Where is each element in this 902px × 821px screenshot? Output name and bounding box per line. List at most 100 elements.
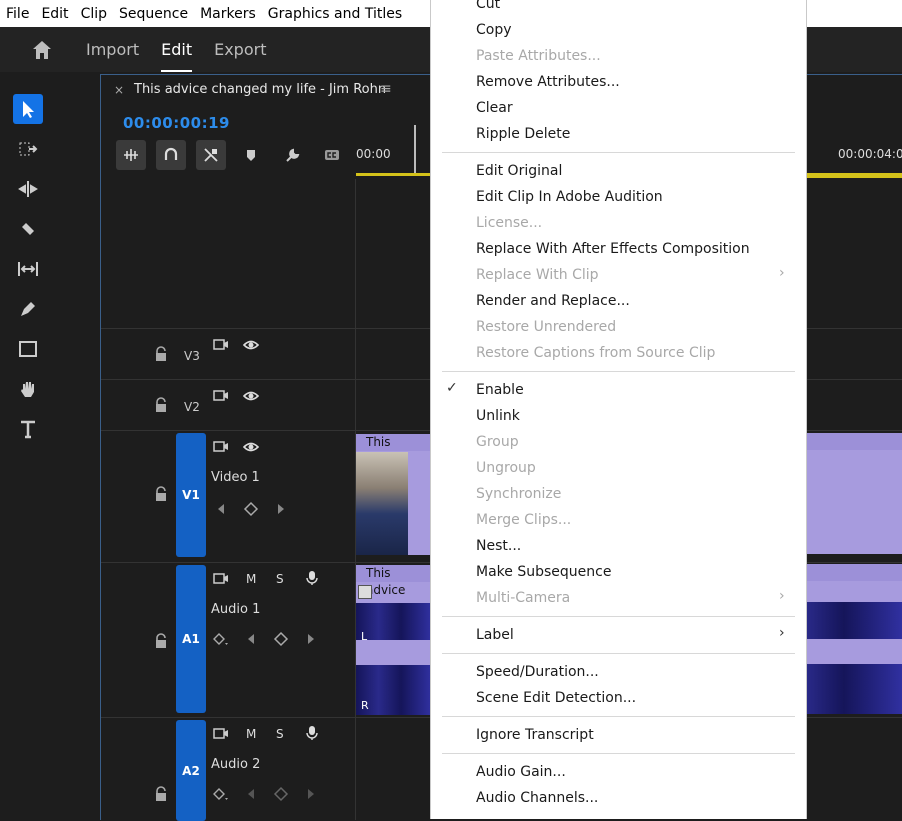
eye-icon[interactable]: [243, 388, 259, 404]
menu-clip[interactable]: Clip: [75, 6, 113, 22]
menu-separator: [442, 616, 795, 617]
solo-button[interactable]: S: [276, 572, 284, 586]
solo-button[interactable]: S: [276, 727, 284, 741]
next-keyframe-icon[interactable]: [303, 631, 319, 647]
menu-sequence[interactable]: Sequence: [113, 6, 194, 22]
next-keyframe-icon[interactable]: [303, 786, 319, 802]
playhead[interactable]: [414, 125, 416, 173]
lock-icon[interactable]: [153, 633, 169, 649]
menu-item-multi-camera: Multi-Camera: [476, 590, 571, 606]
sync-lock-icon[interactable]: [213, 726, 229, 742]
microphone-icon[interactable]: [304, 725, 320, 741]
track-target-v1[interactable]: V1: [176, 433, 206, 557]
video-clip-continuation[interactable]: [805, 433, 902, 554]
clip-context-menu: Cut Copy Paste Attributes... Remove Attr…: [430, 0, 807, 819]
wrench-settings-icon[interactable]: [277, 140, 307, 170]
lock-icon[interactable]: [153, 397, 169, 413]
submenu-chevron-icon: ›: [779, 588, 785, 604]
rectangle-tool-icon[interactable]: [13, 334, 43, 364]
menu-separator: [442, 152, 795, 153]
type-tool-icon[interactable]: [13, 414, 43, 444]
mute-button[interactable]: M: [246, 572, 256, 586]
menu-item-ignore-transcript[interactable]: Ignore Transcript: [476, 727, 594, 743]
menu-item-label[interactable]: Label: [476, 627, 514, 643]
lock-icon[interactable]: [153, 786, 169, 802]
eye-icon[interactable]: [243, 337, 259, 353]
menu-item-unlink[interactable]: Unlink: [476, 408, 520, 424]
razor-tool-icon[interactable]: [13, 214, 43, 244]
menu-item-make-subsequence[interactable]: Make Subsequence: [476, 564, 611, 580]
mute-button[interactable]: M: [246, 727, 256, 741]
insert-nest-icon[interactable]: [116, 140, 146, 170]
ruler-continuation[interactable]: [805, 140, 902, 178]
menu-item-audio-channels[interactable]: Audio Channels...: [476, 790, 598, 806]
menu-item-replace-ae-comp[interactable]: Replace With After Effects Composition: [476, 241, 750, 257]
menu-item-cut[interactable]: Cut: [476, 0, 500, 12]
sync-lock-icon[interactable]: [213, 337, 229, 353]
pen-tool-icon[interactable]: [13, 294, 43, 324]
menu-item-clear[interactable]: Clear: [476, 100, 513, 116]
track-target-a2[interactable]: A2: [176, 720, 206, 821]
track-name-v2[interactable]: V2: [184, 400, 200, 414]
track-name-v3[interactable]: V3: [184, 349, 200, 363]
track-select-forward-icon[interactable]: [13, 134, 43, 164]
microphone-icon[interactable]: [304, 570, 320, 586]
hand-tool-icon[interactable]: [13, 374, 43, 404]
menu-item-scene-edit-detection[interactable]: Scene Edit Detection...: [476, 690, 636, 706]
menu-item-ripple-delete[interactable]: Ripple Delete: [476, 126, 570, 142]
menu-item-audio-gain[interactable]: Audio Gain...: [476, 764, 566, 780]
menu-file[interactable]: File: [0, 6, 35, 22]
eye-icon[interactable]: [243, 439, 259, 455]
audio-clip[interactable]: This advice L R: [356, 565, 431, 715]
previous-keyframe-icon[interactable]: [243, 786, 259, 802]
sync-lock-icon[interactable]: [213, 439, 229, 455]
track-name-audio1[interactable]: Audio 1: [211, 602, 260, 617]
sync-lock-icon[interactable]: [213, 388, 229, 404]
close-sequence-icon[interactable]: ×: [114, 83, 124, 97]
menu-item-speed-duration[interactable]: Speed/Duration...: [476, 664, 599, 680]
previous-keyframe-icon[interactable]: [213, 501, 229, 517]
snap-icon[interactable]: [156, 140, 186, 170]
add-marker-icon[interactable]: [236, 140, 266, 170]
menu-item-copy[interactable]: Copy: [476, 22, 512, 38]
slip-tool-icon[interactable]: [13, 254, 43, 284]
add-keyframe-icon[interactable]: [243, 501, 259, 517]
timecode-display[interactable]: 00:00:00:19: [123, 114, 230, 132]
track-name-video1[interactable]: Video 1: [211, 470, 260, 485]
menu-item-remove-attributes[interactable]: Remove Attributes...: [476, 74, 620, 90]
channel-right-label: R: [361, 699, 369, 712]
pan-keyframe-icon[interactable]: [213, 786, 229, 802]
tab-edit[interactable]: Edit: [161, 27, 192, 72]
ripple-edit-tool-icon[interactable]: [13, 174, 43, 204]
sequence-title[interactable]: This advice changed my life - Jim Rohn: [134, 82, 386, 97]
menu-edit[interactable]: Edit: [35, 6, 74, 22]
add-keyframe-icon[interactable]: [273, 786, 289, 802]
add-keyframe-icon[interactable]: [273, 631, 289, 647]
channel-left-label: L: [361, 630, 368, 643]
previous-keyframe-icon[interactable]: [243, 631, 259, 647]
menu-separator: [442, 753, 795, 754]
menu-item-edit-in-audition[interactable]: Edit Clip In Adobe Audition: [476, 189, 663, 205]
menu-markers[interactable]: Markers: [194, 6, 262, 22]
menu-item-edit-original[interactable]: Edit Original: [476, 163, 562, 179]
next-keyframe-icon[interactable]: [273, 501, 289, 517]
lock-icon[interactable]: [153, 346, 169, 362]
panel-menu-icon[interactable]: ≡: [380, 81, 392, 97]
menu-item-enable[interactable]: Enable: [476, 382, 524, 398]
menu-item-render-and-replace[interactable]: Render and Replace...: [476, 293, 630, 309]
sync-lock-icon[interactable]: [213, 571, 229, 587]
menu-item-nest[interactable]: Nest...: [476, 538, 521, 554]
tab-import[interactable]: Import: [86, 27, 139, 72]
video-clip[interactable]: This advice: [356, 434, 431, 555]
selection-tool-icon[interactable]: [13, 94, 43, 124]
captions-icon[interactable]: [317, 140, 347, 170]
linked-selection-icon[interactable]: [196, 140, 226, 170]
track-target-a1[interactable]: A1: [176, 565, 206, 713]
track-name-audio2[interactable]: Audio 2: [211, 757, 260, 772]
pan-keyframe-icon[interactable]: [213, 631, 229, 647]
lock-icon[interactable]: [153, 486, 169, 502]
tab-export[interactable]: Export: [214, 27, 266, 72]
audio-clip-continuation[interactable]: [805, 564, 902, 714]
home-icon[interactable]: [30, 38, 54, 62]
menu-graphics-and-titles[interactable]: Graphics and Titles: [262, 6, 408, 22]
